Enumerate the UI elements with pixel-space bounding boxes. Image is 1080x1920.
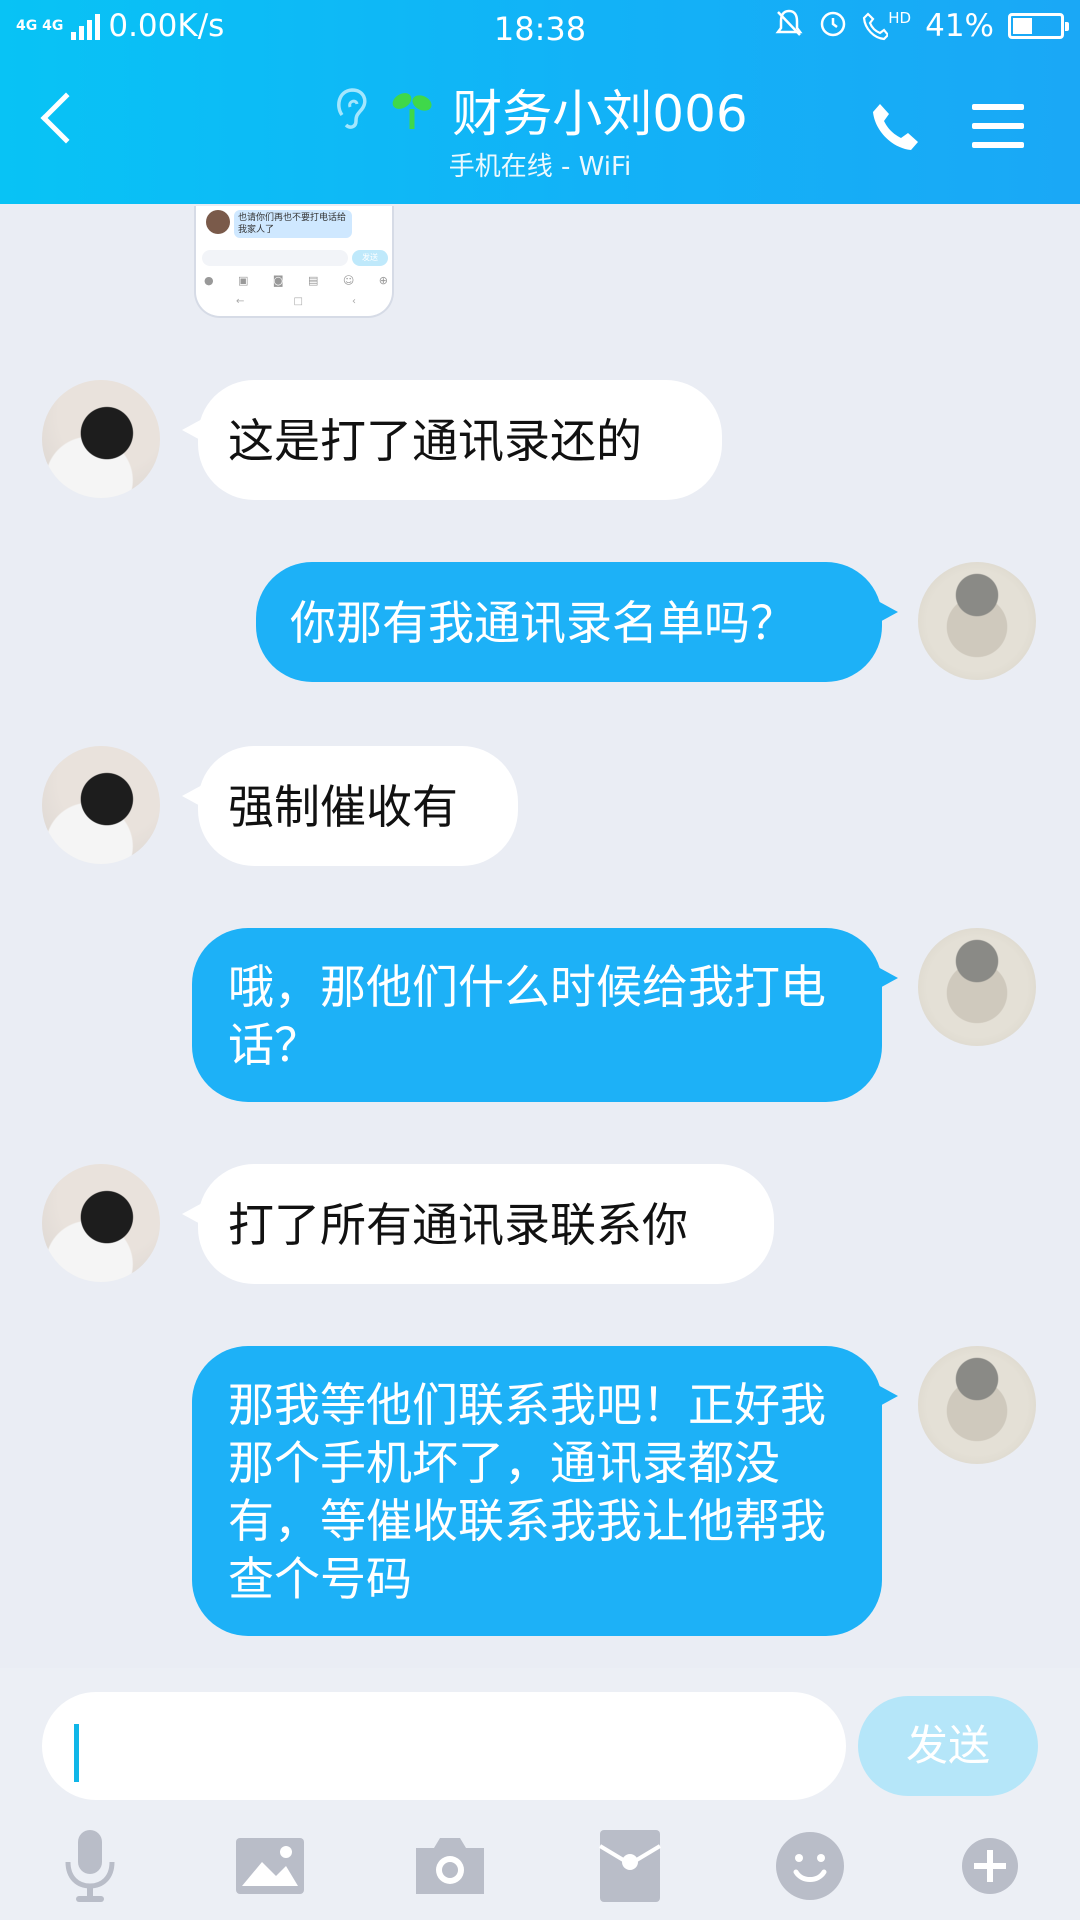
text-cursor [74, 1724, 79, 1782]
message-text: 打了所有通讯录联系你 [228, 1198, 688, 1252]
input-bar: 发送 [0, 1668, 1080, 1920]
menu-icon[interactable] [972, 104, 1024, 148]
phone-icon[interactable] [870, 100, 922, 152]
battery-percent: 41% [925, 8, 994, 44]
battery-fill [1013, 18, 1032, 34]
incoming-message[interactable]: 强制催收有 [182, 746, 518, 866]
hd-label: HD [888, 9, 912, 27]
chat-header: 4G 4G 0.00K/s 18:38 HD 41% 财务小刘006 手机在线 … [0, 0, 1080, 204]
microphone-icon[interactable] [50, 1826, 130, 1906]
contact-avatar[interactable] [42, 746, 160, 864]
contact-avatar[interactable] [42, 1164, 160, 1282]
incoming-message[interactable]: 这是打了通讯录还的 [182, 380, 722, 500]
contact-avatar[interactable] [42, 380, 160, 498]
avatar [206, 210, 230, 234]
image-icon[interactable] [230, 1826, 310, 1906]
status-bar: 4G 4G 0.00K/s 18:38 HD 41% [0, 0, 1080, 58]
thumbnail-input [202, 250, 348, 266]
input-toolbar [0, 1826, 1080, 1906]
battery-icon [1008, 13, 1069, 39]
ear-icon [332, 85, 372, 144]
message-text: 这是打了通讯录还的 [228, 414, 642, 468]
camera-icon[interactable] [410, 1826, 490, 1906]
hd-call-icon: HD [862, 11, 911, 41]
message-input[interactable] [42, 1692, 846, 1800]
message-text: 强制催收有 [228, 780, 458, 834]
outgoing-message[interactable]: 你那有我通讯录名单吗？ [256, 562, 898, 682]
emoji-icon[interactable] [770, 1826, 850, 1906]
incoming-message[interactable]: 打了所有通讯录联系你 [182, 1164, 774, 1284]
outgoing-message[interactable]: 那我等他们联系我吧！正好我那个手机坏了，通讯录都没有，等催收联系我我让他帮我查个… [192, 1346, 898, 1636]
sprout-icon [390, 87, 434, 141]
bell-mute-icon [774, 8, 804, 44]
outgoing-message[interactable]: 哦，那他们什么时候给我打电话？ [192, 928, 898, 1102]
alarm-icon [818, 8, 848, 44]
plus-icon[interactable] [950, 1826, 1030, 1906]
send-button[interactable]: 发送 [858, 1696, 1038, 1796]
message-text: 那我等他们联系我吧！正好我那个手机坏了，通讯录都没有，等催收联系我我让他帮我查个… [228, 1378, 826, 1606]
thumbnail-toolbar: ● ▣ ◙ ▤ ☺ ⊕ [204, 274, 388, 287]
red-packet-icon[interactable] [590, 1826, 670, 1906]
message-text: 哦，那他们什么时候给我打电话？ [228, 960, 826, 1072]
my-avatar[interactable] [918, 1346, 1036, 1464]
thumbnail-message: 也请你们再也不要打电话给我家人了 [234, 210, 352, 238]
status-right-icons: HD 41% [774, 8, 1069, 44]
my-avatar[interactable] [918, 928, 1036, 1046]
image-message-thumbnail[interactable]: 也请你们再也不要打电话给我家人了 发送 ● ▣ ◙ ▤ ☺ ⊕ ← □ ‹ [194, 206, 394, 318]
chat-title: 财务小刘006 [452, 85, 748, 143]
thumbnail-send: 发送 [352, 250, 388, 266]
message-text: 你那有我通讯录名单吗？ [290, 596, 796, 650]
my-avatar[interactable] [918, 562, 1036, 680]
thumbnail-navbar: ← □ ‹ [236, 296, 356, 307]
